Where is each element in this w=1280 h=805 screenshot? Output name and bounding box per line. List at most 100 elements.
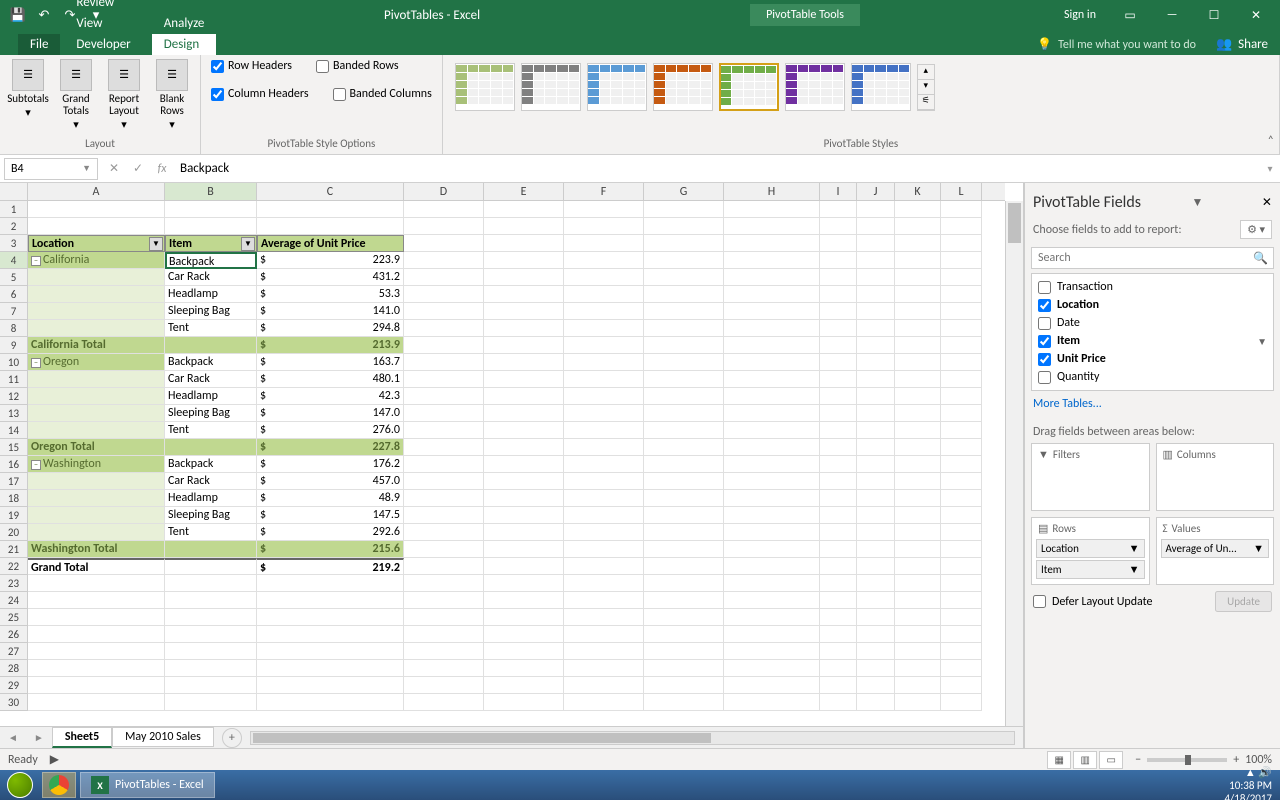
pivot-value-cell[interactable]: $141.0 [257,303,404,320]
pivot-header-value[interactable]: Average of Unit Price [257,235,404,252]
undo-icon[interactable]: ↶ [34,5,54,25]
column-header[interactable]: D [404,183,484,200]
subtotals-button[interactable]: ☰Subtotals▾ [6,57,50,121]
field-item[interactable]: Date [1036,314,1269,332]
row-header[interactable]: 18 [0,490,28,507]
pivot-value-cell[interactable]: $223.9 [257,252,404,269]
row-header[interactable]: 10 [0,354,28,371]
column-header[interactable]: B [165,183,257,200]
row-header[interactable]: 11 [0,371,28,388]
style-thumb[interactable] [455,63,515,111]
pivot-grand-label[interactable]: Grand Total [28,558,165,575]
row-header[interactable]: 2 [0,218,28,235]
column-header[interactable]: I [820,183,857,200]
field-checkbox[interactable] [1038,353,1051,366]
pivot-value-cell[interactable]: $147.5 [257,507,404,524]
ribbon-display-icon[interactable]: ▭ [1110,0,1150,30]
maximize-icon[interactable]: ☐ [1194,0,1234,30]
expand-formula-icon[interactable]: ▾ [1260,162,1280,175]
field-item[interactable]: Location [1036,296,1269,314]
macro-record-icon[interactable]: ▶ [50,752,59,767]
zoom-out-icon[interactable]: − [1135,753,1141,767]
pivot-item-cell[interactable]: Backpack [165,252,257,269]
column-header[interactable]: G [644,183,724,200]
row-header[interactable]: 27 [0,643,28,660]
pivot-item-cell[interactable]: Headlamp [165,286,257,303]
field-list[interactable]: TransactionLocationDateItem▼Unit PriceQu… [1031,273,1274,391]
row-header[interactable]: 28 [0,660,28,677]
style-thumb[interactable] [521,63,581,111]
chevron-down-icon[interactable]: ▼ [1253,542,1264,555]
row-header[interactable]: 25 [0,609,28,626]
pivot-grand-value[interactable]: $219.2 [257,558,404,575]
field-search-input[interactable] [1031,247,1274,269]
pivot-item-cell[interactable]: Car Rack [165,371,257,388]
gear-icon[interactable]: ⚙ ▾ [1240,220,1272,239]
field-item[interactable]: Unit Price [1036,350,1269,368]
style-thumb[interactable] [653,63,713,111]
cancel-formula-icon[interactable]: ✕ [102,158,126,180]
pivot-subtotal-label[interactable]: California Total [28,337,165,354]
row-header[interactable]: 21 [0,541,28,558]
zoom-slider[interactable] [1147,758,1227,762]
row-header[interactable]: 22 [0,558,28,575]
pivot-subtotal-value[interactable]: $213.9 [257,337,404,354]
style-thumb[interactable] [587,63,647,111]
column-header[interactable]: H [724,183,820,200]
row-header[interactable]: 4 [0,252,28,269]
row-header[interactable]: 14 [0,422,28,439]
pivot-item-cell[interactable]: Tent [165,422,257,439]
network-icon[interactable]: 🔊 [1258,766,1272,779]
formula-input[interactable] [174,158,1260,180]
chevron-down-icon[interactable]: ▼ [1129,563,1140,576]
pivot-value-cell[interactable]: $147.0 [257,405,404,422]
pivot-value-cell[interactable]: $176.2 [257,456,404,473]
defer-update-checkbox[interactable] [1033,595,1046,608]
tray-up-icon[interactable]: ▲ [1245,766,1258,779]
pivot-item-cell[interactable]: Backpack [165,456,257,473]
column-header[interactable]: A [28,183,165,200]
style-gallery[interactable]: ▴▾⚟ [449,57,1273,117]
row-header[interactable]: 6 [0,286,28,303]
fx-icon[interactable]: fx [150,158,174,180]
sheet-tab-active[interactable]: Sheet5 [52,727,112,748]
sheet-tab[interactable]: May 2010 Sales [112,727,214,747]
zoom-level[interactable]: 100% [1245,753,1272,767]
row-header[interactable]: 24 [0,592,28,609]
pivot-subtotal-label[interactable]: Oregon Total [28,439,165,456]
pivot-group-label[interactable]: −Oregon [28,354,165,371]
filter-dropdown-icon[interactable]: ▼ [149,237,163,251]
select-all-triangle[interactable] [0,183,28,201]
row-header[interactable]: 15 [0,439,28,456]
pivot-subtotal-label[interactable]: Washington Total [28,541,165,558]
pivot-item-cell[interactable]: Tent [165,320,257,337]
column-header[interactable]: C [257,183,404,200]
grand-totals-button[interactable]: ☰Grand Totals▾ [54,57,98,133]
row-header[interactable]: 19 [0,507,28,524]
tab-design[interactable]: Design [152,34,217,55]
pivot-header-location[interactable]: Location▼ [28,235,165,252]
row-header[interactable]: 5 [0,269,28,286]
row-header[interactable]: 1 [0,201,28,218]
gallery-scroll-icon[interactable]: ⚟ [918,95,934,110]
banded-rows-checkbox[interactable]: Banded Rows [312,57,403,75]
search-icon[interactable]: 🔍 [1253,251,1268,266]
collapse-ribbon-icon[interactable]: ˄ [1268,134,1274,148]
normal-view-icon[interactable]: ▦ [1047,751,1071,769]
column-header[interactable]: K [895,183,941,200]
columns-drop-zone[interactable]: ▥Columns [1156,443,1275,511]
sheet-nav-prev-icon[interactable]: ◄ [0,731,26,744]
pivot-item-cell[interactable]: Car Rack [165,269,257,286]
zoom-in-icon[interactable]: + [1233,753,1239,767]
pivot-item-cell[interactable]: Backpack [165,354,257,371]
pivot-item-cell[interactable]: Headlamp [165,388,257,405]
pivot-group-label[interactable]: −California [28,252,165,269]
pivot-subtotal-value[interactable]: $215.6 [257,541,404,558]
page-break-view-icon[interactable]: ▭ [1099,751,1123,769]
pivot-value-cell[interactable]: $42.3 [257,388,404,405]
worksheet-grid[interactable]: ABCDEFGHIJKL 123Location▼Item▼Average of… [0,183,1024,748]
pivot-value-cell[interactable]: $48.9 [257,490,404,507]
sheet-nav-next-icon[interactable]: ► [26,731,52,744]
pivot-value-cell[interactable]: $294.8 [257,320,404,337]
field-checkbox[interactable] [1038,335,1051,348]
